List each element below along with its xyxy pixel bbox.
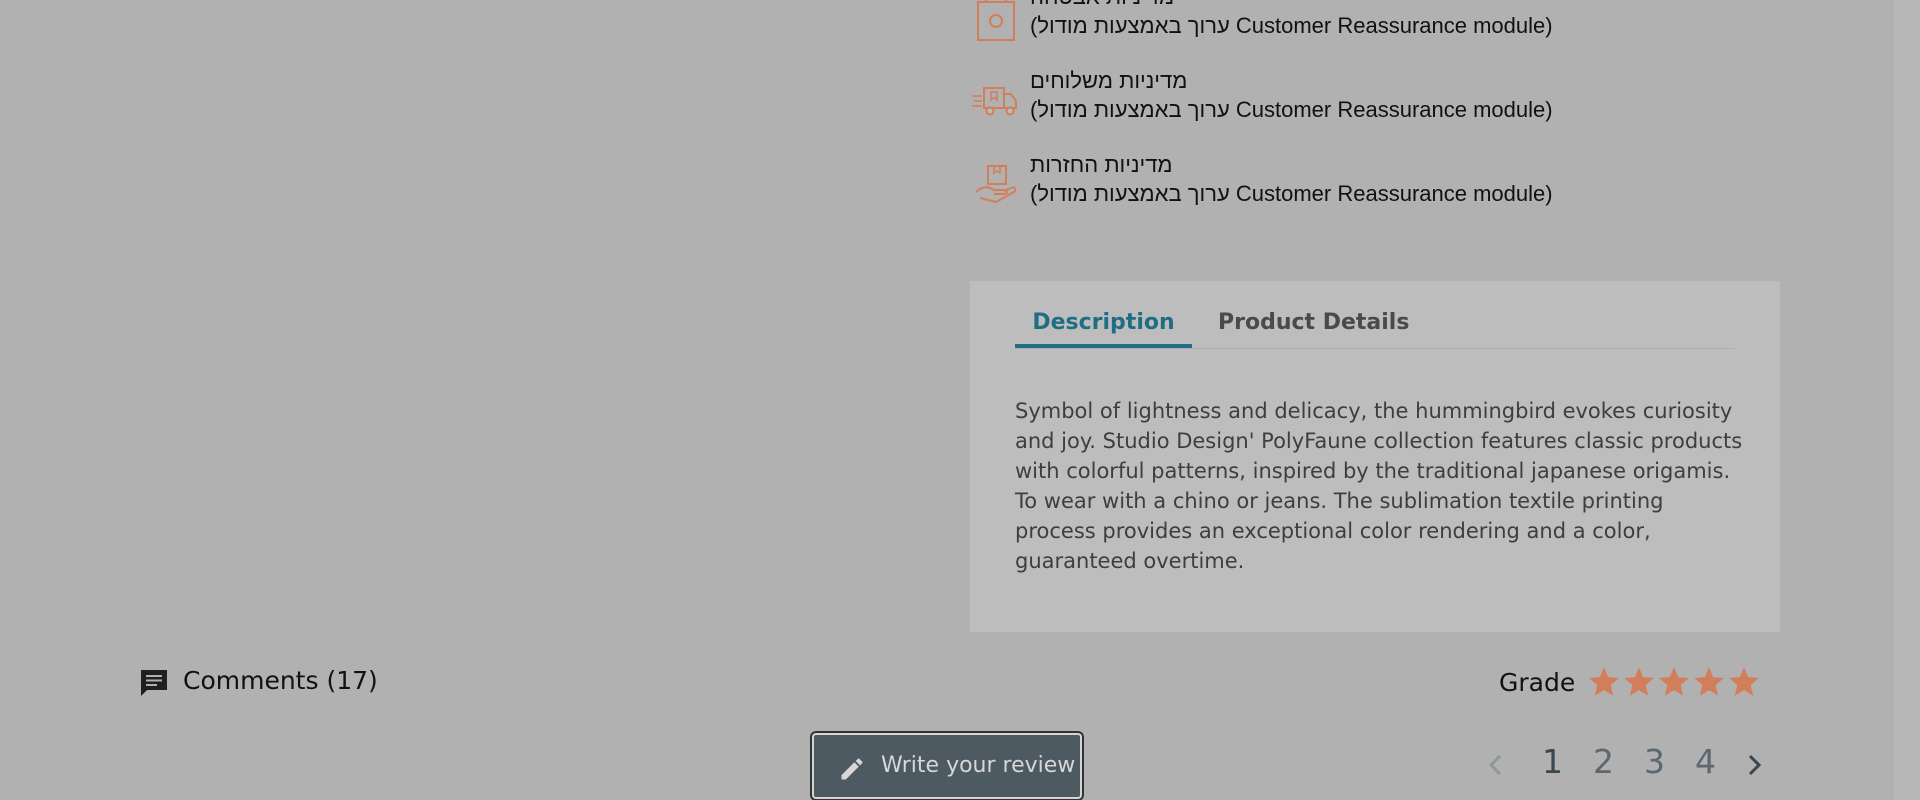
star-icon [1729,667,1759,696]
tab-product-details[interactable]: Product Details [1208,305,1419,348]
reassurance-subtitle: (ערוך באמצעות מודול Customer Reassurance… [1030,13,1553,38]
return-package-icon [971,159,1021,209]
page-link-4[interactable]: 4 [1695,742,1716,781]
security-lock-icon [977,0,1015,41]
page-link-2[interactable]: 2 [1593,742,1614,781]
reassurance-title: מדיניות החזרות [1030,152,1173,177]
reassurance-subtitle: (ערוך באמצעות מודול Customer Reassurance… [1030,97,1553,122]
product-tabs-panel: Description Product Details Symbol of li… [970,281,1780,632]
scrollbar-track[interactable] [1894,0,1920,800]
reassurance-item-shipping: מדיניות משלוחים (ערוך באמצעות מודול Cust… [970,60,1690,144]
star-icon [1694,667,1724,696]
pencil-icon [841,758,863,780]
reassurance-subtitle: (ערוך באמצעות מודול Customer Reassurance… [1030,181,1553,206]
comments-pagination: 1 2 3 4 [1484,740,1764,790]
reassurance-item-security: מדיניות אבטחה (ערוך באמצעות מודול Custom… [970,0,1690,60]
tab-description[interactable]: Description [1015,305,1192,348]
grade-stars [1587,665,1763,701]
star-icon [1659,667,1689,696]
write-review-label: Write your review [881,753,1076,778]
grade-label: Grade [1499,668,1576,697]
product-page: מדיניות אבטחה (ערוך באמצעות מודול Custom… [0,0,1920,800]
product-description: Symbol of lightness and delicacy, the hu… [1015,399,1743,573]
write-review-button[interactable]: Write your review [810,731,1084,800]
page-link-3[interactable]: 3 [1644,742,1665,781]
comment-icon [141,670,167,696]
delivery-truck-icon [971,75,1021,125]
star-icon [1624,667,1654,696]
reassurance-title: מדיניות משלוחים [1030,68,1188,93]
star-icon [1589,667,1619,696]
tabs-nav: Description Product Details [1015,305,1735,349]
customer-reassurance: מדיניות אבטחה (ערוך באמצעות מודול Custom… [970,0,1690,228]
comments-count: Comments (17) [183,666,378,695]
page-link-1[interactable]: 1 [1542,742,1563,781]
chevron-right-icon[interactable] [1742,752,1766,778]
reassurance-item-returns: מדיניות החזרות (ערוך באמצעות מודול Custo… [970,144,1690,228]
reassurance-title: מדיניות אבטחה [1030,0,1553,11]
chevron-left-icon[interactable] [1484,752,1508,778]
